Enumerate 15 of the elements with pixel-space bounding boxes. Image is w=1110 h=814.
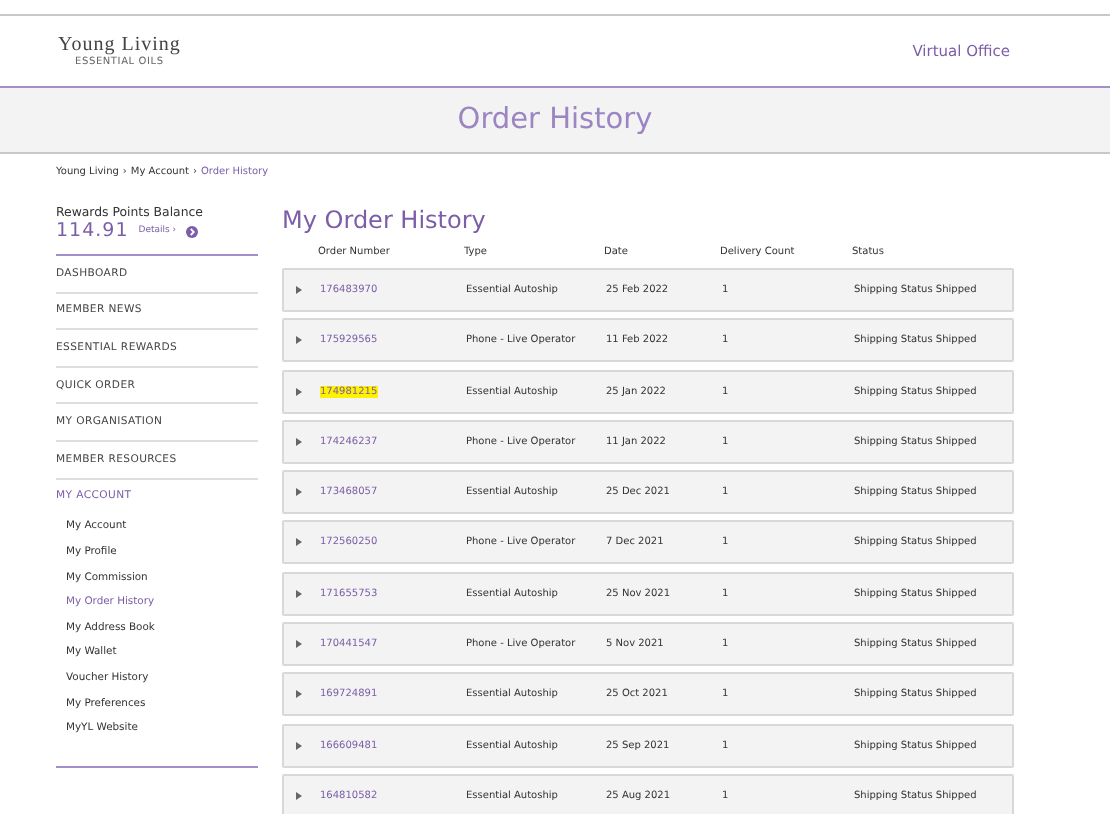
rewards-value: 114.91	[56, 220, 129, 242]
expand-icon[interactable]	[296, 286, 302, 294]
expand-icon[interactable]	[296, 589, 302, 598]
expand-icon[interactable]	[296, 437, 302, 446]
expand-icon[interactable]	[296, 538, 302, 547]
expand-icon[interactable]	[296, 741, 302, 750]
expand-icon[interactable]	[296, 336, 302, 345]
expand-icon[interactable]	[296, 488, 302, 497]
expand-icon[interactable]	[296, 640, 302, 649]
section-title: My Order History	[282, 206, 488, 234]
expand-icon[interactable]	[296, 791, 302, 800]
expand-icon[interactable]	[296, 387, 302, 396]
page-title: Order History	[457, 104, 653, 136]
arrow-circle-icon[interactable]	[186, 225, 199, 237]
expand-icon[interactable]	[296, 690, 302, 699]
